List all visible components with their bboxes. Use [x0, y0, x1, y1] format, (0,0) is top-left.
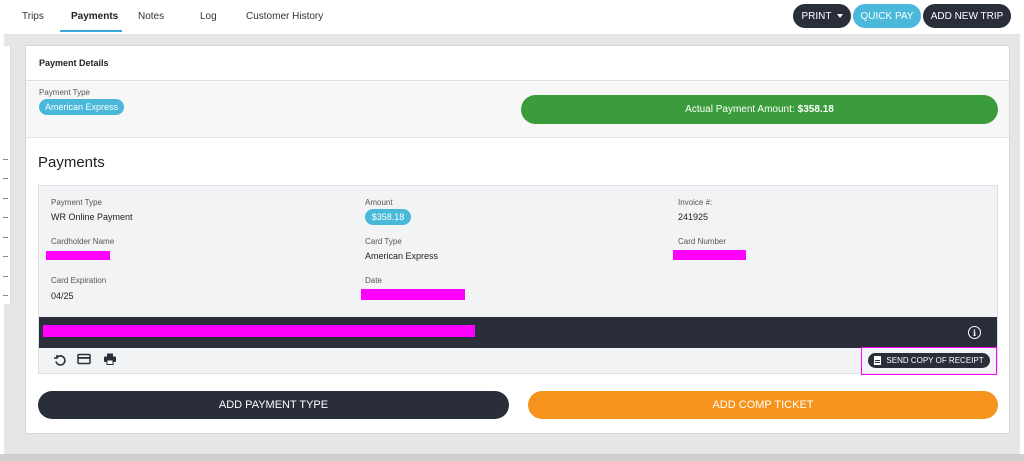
- card-header: Payment Details: [26, 46, 1009, 81]
- payments-title: Payments: [38, 154, 105, 171]
- status-redaction: [43, 325, 475, 337]
- payment-type-label: Payment Type: [39, 88, 90, 97]
- active-tab-indicator: [60, 30, 122, 32]
- actual-payment-amount: Actual Payment Amount: $358.18: [521, 95, 998, 124]
- entry-payment-type-label: Payment Type: [51, 198, 102, 207]
- payment-details-row: Payment Type American Express Actual Pay…: [26, 82, 1009, 138]
- caret-down-icon: [836, 14, 843, 18]
- amount-label: Amount: [365, 198, 393, 207]
- payment-card: Payment Details Payment Type American Ex…: [25, 45, 1010, 434]
- cardholder-name-label: Cardholder Name: [51, 237, 115, 246]
- entry-payment-type-value: WR Online Payment: [51, 212, 133, 222]
- invoice-value: 241925: [678, 212, 709, 222]
- amount-badge: $358.18: [365, 209, 411, 225]
- bottom-strip: [0, 454, 1024, 461]
- credit-card-icon[interactable]: [77, 352, 91, 366]
- send-receipt-label: SEND COPY OF RECEIPT: [886, 356, 984, 365]
- print-label: PRINT: [801, 10, 832, 22]
- payment-type-badge: American Express: [39, 99, 124, 115]
- add-comp-ticket-button[interactable]: ADD COMP TICKET: [528, 391, 998, 419]
- tab-log[interactable]: Log: [200, 11, 217, 22]
- tab-payments[interactable]: Payments: [71, 11, 118, 22]
- undo-icon[interactable]: [53, 352, 67, 366]
- print-button[interactable]: PRINT: [793, 4, 851, 28]
- left-tick: [3, 159, 8, 160]
- add-new-trip-button[interactable]: ADD NEW TRIP: [923, 4, 1011, 28]
- left-tick: [3, 276, 8, 277]
- add-payment-type-button[interactable]: ADD PAYMENT TYPE: [38, 391, 509, 419]
- top-nav: Trips Payments Notes Log Customer Histor…: [0, 0, 1024, 34]
- date-redaction: [361, 289, 465, 300]
- document-icon: [874, 356, 882, 365]
- card-type-label: Card Type: [365, 237, 402, 246]
- send-receipt-button[interactable]: SEND COPY OF RECEIPT: [868, 353, 990, 368]
- left-tick: [3, 178, 8, 179]
- invoice-label: Invoice #:: [678, 198, 713, 207]
- payment-entry: Payment Type WR Online Payment Cardholde…: [38, 185, 998, 375]
- card-number-redaction: [673, 250, 746, 260]
- tab-notes[interactable]: Notes: [138, 11, 164, 22]
- quick-pay-button[interactable]: QUICK PAY: [853, 4, 921, 28]
- cardholder-name-redaction: [46, 251, 110, 260]
- left-tick: [3, 237, 8, 238]
- left-tick: [3, 256, 8, 257]
- info-icon[interactable]: i: [968, 326, 981, 339]
- left-tick: [3, 198, 8, 199]
- payment-details-title: Payment Details: [39, 58, 109, 68]
- card-type-value: American Express: [365, 251, 439, 261]
- card-number-label: Card Number: [678, 237, 727, 246]
- tab-trips[interactable]: Trips: [22, 11, 44, 22]
- tab-customer-history[interactable]: Customer History: [246, 11, 323, 22]
- actual-amount-value: $358.18: [797, 104, 834, 115]
- printer-icon[interactable]: [103, 352, 117, 366]
- payment-status-band: i: [39, 317, 997, 348]
- receipt-highlight: SEND COPY OF RECEIPT: [861, 347, 997, 375]
- left-tick: [3, 295, 8, 296]
- left-tick: [3, 217, 8, 218]
- left-panel-edge: [0, 46, 11, 304]
- card-expiration-label: Card Expiration: [51, 276, 107, 285]
- actual-amount-label: Actual Payment Amount:: [685, 104, 795, 115]
- date-label: Date: [365, 276, 382, 285]
- card-expiration-value: 04/25: [51, 291, 74, 301]
